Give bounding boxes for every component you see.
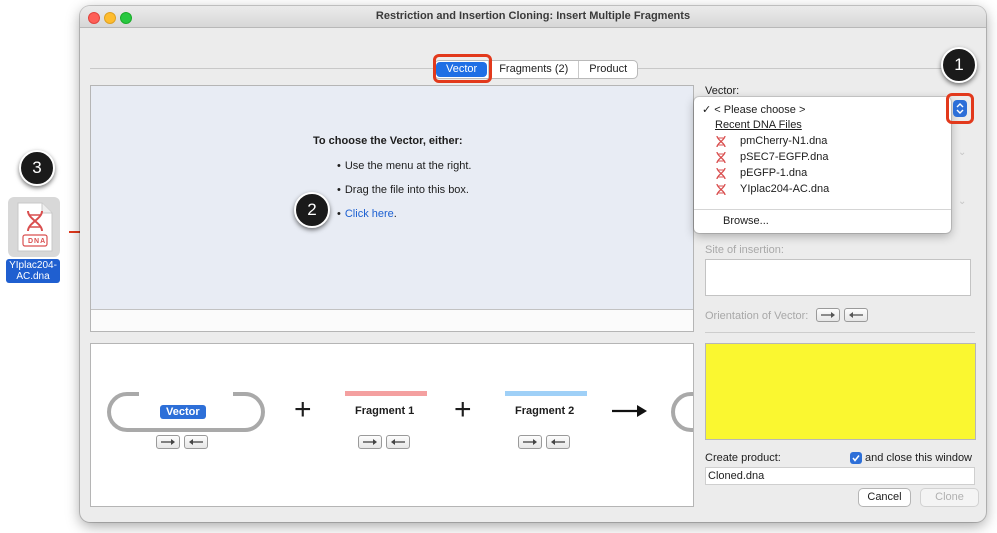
file-name-line2: AC.dna	[16, 271, 50, 282]
product-name-input[interactable]: Cloned.dna	[705, 467, 975, 485]
clone-button[interactable]: Clone	[920, 488, 979, 507]
file-icon-text: DNA	[28, 238, 47, 245]
callout-2: 2	[294, 192, 330, 228]
create-product-label: Create product:	[705, 452, 781, 464]
menu-item-recent-file[interactable]: pEGFP-1.dna	[740, 167, 807, 179]
popup-button-highlight	[946, 93, 974, 124]
callout-3: 3	[19, 150, 55, 186]
vector-drop-zone[interactable]: To choose the Vector, either: • Use the m…	[91, 86, 693, 310]
plus-sign: +	[454, 393, 472, 426]
arrow-right-icon	[523, 439, 537, 445]
close-window-checkbox[interactable]	[850, 452, 862, 464]
menu-item-please-choose[interactable]: ✓ < Please choose >	[702, 103, 805, 116]
panel-divider	[705, 332, 975, 333]
fragment1-label: Fragment 1	[355, 405, 415, 417]
instruction-text: Drag the file into this box.	[344, 184, 469, 196]
arrow-left-icon	[551, 439, 565, 445]
arrow-right-icon	[161, 439, 175, 445]
forward-orientation-button[interactable]	[358, 435, 382, 449]
instruction-item: • Drag the file into this box.	[337, 184, 469, 196]
fragment2-orientation-buttons	[518, 435, 570, 449]
dna-file-icon	[716, 167, 726, 180]
chevron-down-icon: ⌄	[958, 147, 967, 158]
menu-item-label: < Please choose >	[714, 104, 806, 116]
cancel-button[interactable]: Cancel	[858, 488, 911, 507]
title-bar: Restriction and Insertion Cloning: Inser…	[80, 6, 986, 28]
vector-menu: ✓ < Please choose > Recent DNA Files pmC…	[694, 97, 951, 233]
arrow-right-icon	[821, 312, 835, 318]
instruction-item: • Click here.	[337, 208, 397, 220]
vector-drop-area[interactable]: To choose the Vector, either: • Use the m…	[90, 85, 694, 332]
arrow-right-icon	[363, 439, 377, 445]
vector-field-label: Vector:	[705, 85, 740, 97]
reverse-orientation-button[interactable]	[844, 308, 868, 322]
dna-file-icon[interactable]: DNA	[8, 197, 60, 257]
vector-orientation-toggle	[816, 308, 868, 322]
checkmark-icon: ✓	[702, 104, 712, 116]
dna-file-icon	[716, 183, 726, 196]
click-here-link[interactable]: Click here	[345, 208, 394, 220]
menu-separator	[694, 209, 951, 210]
link-suffix: .	[393, 208, 397, 220]
fragment1-orientation-buttons	[358, 435, 410, 449]
product-preview	[705, 343, 976, 440]
fragment2-label: Fragment 2	[515, 405, 575, 417]
orientation-of-vector-label: Orientation of Vector:	[705, 310, 809, 322]
forward-orientation-button[interactable]	[816, 308, 840, 322]
menu-item-recent-file[interactable]: pSEC7-EGFP.dna	[740, 151, 828, 163]
recent-files-header: Recent DNA Files	[715, 119, 802, 131]
forward-orientation-button[interactable]	[156, 435, 180, 449]
arrow-left-icon	[849, 312, 863, 318]
arrow-left-icon	[391, 439, 405, 445]
close-window-label: and close this window	[865, 452, 973, 464]
tab-product[interactable]: Product	[578, 61, 637, 78]
reverse-orientation-button[interactable]	[546, 435, 570, 449]
checkmark-icon	[852, 455, 860, 462]
window-title: Restriction and Insertion Cloning: Inser…	[375, 10, 691, 22]
dna-file-icon	[716, 151, 726, 164]
vector-label: Vector	[160, 405, 206, 419]
drop-instructions-heading: To choose the Vector, either:	[313, 135, 463, 147]
arrow-left-icon	[189, 439, 203, 445]
cloning-window: Restriction and Insertion Cloning: Inser…	[80, 6, 986, 522]
instruction-item: • Use the menu at the right.	[337, 160, 472, 172]
reverse-orientation-button[interactable]	[386, 435, 410, 449]
tab-fragments[interactable]: Fragments (2)	[488, 61, 578, 78]
chevron-down-icon: ⌄	[958, 196, 967, 207]
vector-tab-highlight	[433, 54, 492, 83]
forward-orientation-button[interactable]	[518, 435, 542, 449]
menu-item-recent-file[interactable]: YIplac204-AC.dna	[740, 183, 829, 195]
site-of-insertion-label: Site of insertion:	[705, 244, 784, 256]
plus-sign: +	[294, 393, 312, 426]
vector-orientation-buttons	[156, 435, 208, 449]
callout-1: 1	[941, 47, 977, 83]
dna-file-icon	[716, 135, 726, 148]
file-name-line1: YIplac204-	[9, 260, 57, 271]
menu-item-browse[interactable]: Browse...	[723, 215, 769, 227]
desktop-file-name[interactable]: YIplac204- AC.dna	[6, 259, 60, 283]
menu-item-recent-file[interactable]: pmCherry-N1.dna	[740, 135, 827, 147]
site-of-insertion-field	[705, 259, 971, 296]
instruction-text: Use the menu at the right.	[344, 160, 472, 172]
cloning-diagram: Vector + + Fragment 1 Fragment 2	[90, 343, 694, 507]
diagram-shapes	[107, 391, 693, 432]
reverse-orientation-button[interactable]	[184, 435, 208, 449]
